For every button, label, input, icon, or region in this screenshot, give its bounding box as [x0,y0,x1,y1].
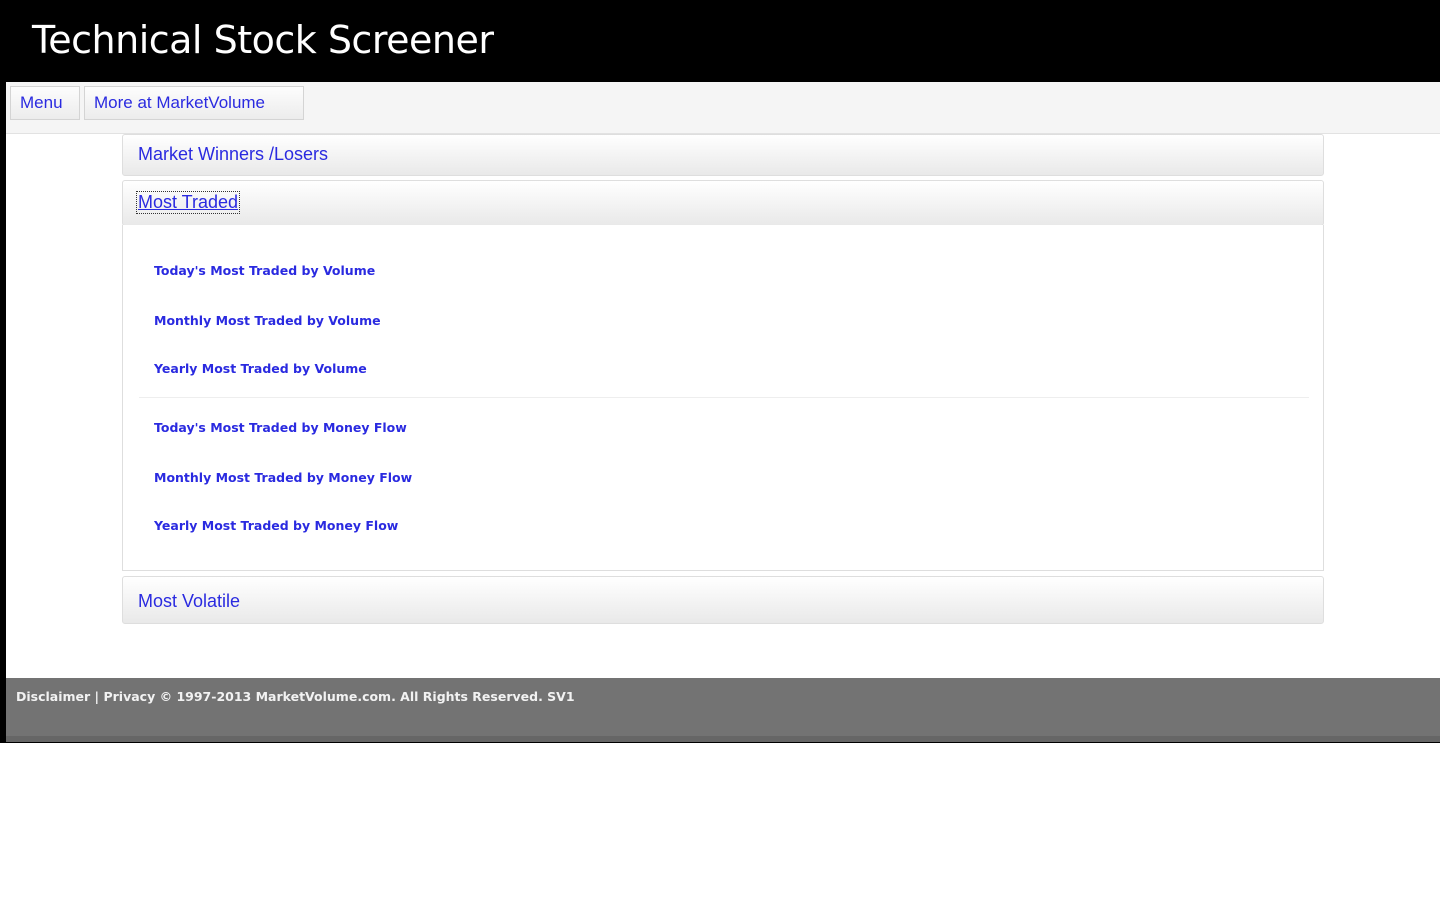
link-todays-most-traded-by-volume[interactable]: Today's Most Traded by Volume [154,263,375,278]
main-content: Menu More at MarketVolume Market Winners… [6,82,1440,678]
accordion-header-market-winners-losers[interactable]: Market Winners /Losers [122,134,1324,176]
accordion-panel-most-traded: Today's Most Traded by Volume Monthly Mo… [122,225,1324,571]
link-monthly-most-traded-by-volume[interactable]: Monthly Most Traded by Volume [154,313,381,328]
accordion-header-most-volatile[interactable]: Most Volatile [122,576,1324,624]
link-yearly-most-traded-by-volume[interactable]: Yearly Most Traded by Volume [154,361,367,376]
copyright-text: © 1997-2013 MarketVolume.com. All Rights… [159,689,575,704]
disclaimer-link[interactable]: Disclaimer [16,689,90,704]
footer: Disclaimer | Privacy © 1997-2013 MarketV… [6,678,1440,742]
app-title: Technical Stock Screener [32,18,494,62]
divider [139,397,1309,398]
link-todays-most-traded-by-money-flow[interactable]: Today's Most Traded by Money Flow [154,420,407,435]
link-monthly-most-traded-by-money-flow[interactable]: Monthly Most Traded by Money Flow [154,470,412,485]
accordion-label: Most Volatile [138,591,241,611]
more-at-marketvolume-button[interactable]: More at MarketVolume [84,86,304,120]
title-bar: Technical Stock Screener [0,0,1440,82]
toolbar: Menu More at MarketVolume [6,82,1440,134]
accordion-label: Most Traded [135,191,241,214]
accordion-label: Market Winners /Losers [138,144,329,164]
link-yearly-most-traded-by-money-flow[interactable]: Yearly Most Traded by Money Flow [154,518,398,533]
accordion-header-most-traded[interactable]: Most Traded [122,180,1324,226]
footer-separator: | [94,689,100,704]
footer-bottom-bar [6,736,1440,742]
app-window: Technical Stock Screener Menu More at Ma… [0,0,1440,743]
menu-button[interactable]: Menu [10,86,80,120]
footer-text: Disclaimer | Privacy © 1997-2013 MarketV… [16,689,575,704]
privacy-link[interactable]: Privacy [103,689,155,704]
